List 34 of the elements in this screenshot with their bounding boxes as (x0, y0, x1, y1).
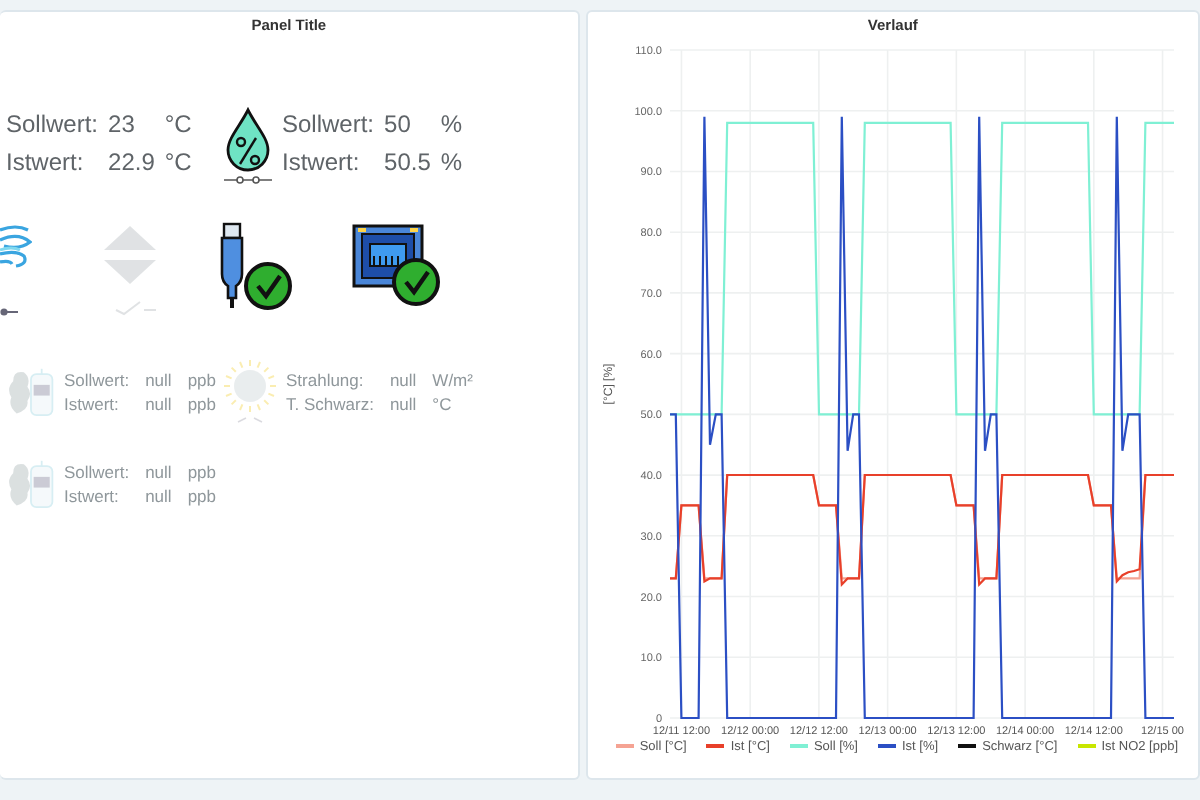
unit-text: W/m² (432, 367, 473, 391)
value-text: null (145, 483, 172, 507)
unit-text: % (440, 145, 463, 179)
value-label: Istwert: (63, 483, 121, 507)
value-label: Istwert: (63, 391, 121, 415)
value-text: null (145, 367, 172, 391)
gas-cylinder-icon (6, 363, 56, 419)
value-label: Strahlung: (286, 367, 366, 391)
unit-text: ppb (187, 459, 216, 483)
value-label: Istwert: (6, 145, 86, 179)
value-label: Sollwert: (6, 107, 99, 141)
value-text: null (145, 391, 172, 415)
value-text: 50 (384, 107, 413, 141)
unit-text: ppb (187, 391, 216, 415)
value-label: Sollwert: (63, 367, 130, 391)
sun-icon (222, 357, 278, 425)
value-label: T. Schwarz: (286, 391, 374, 415)
unit-text: °C (164, 107, 192, 141)
value-text: null (389, 367, 417, 391)
value-label: Sollwert: (282, 107, 375, 141)
humidity-drop-icon (222, 105, 274, 185)
unit-text: °C (164, 145, 192, 179)
value-label: Sollwert: (63, 459, 130, 483)
value-text: 22.9 (108, 145, 155, 179)
value-text: 23 (108, 107, 137, 141)
unit-text: °C (432, 391, 454, 415)
value-text: 50.5 (384, 145, 431, 179)
value-text: null (389, 391, 417, 415)
value-text: null (145, 459, 172, 483)
unit-text: ppb (187, 483, 216, 507)
value-label: Istwert: (282, 145, 362, 179)
unit-text: ppb (187, 367, 216, 391)
unit-text: % (440, 107, 463, 141)
gas-cylinder-icon (6, 455, 56, 511)
